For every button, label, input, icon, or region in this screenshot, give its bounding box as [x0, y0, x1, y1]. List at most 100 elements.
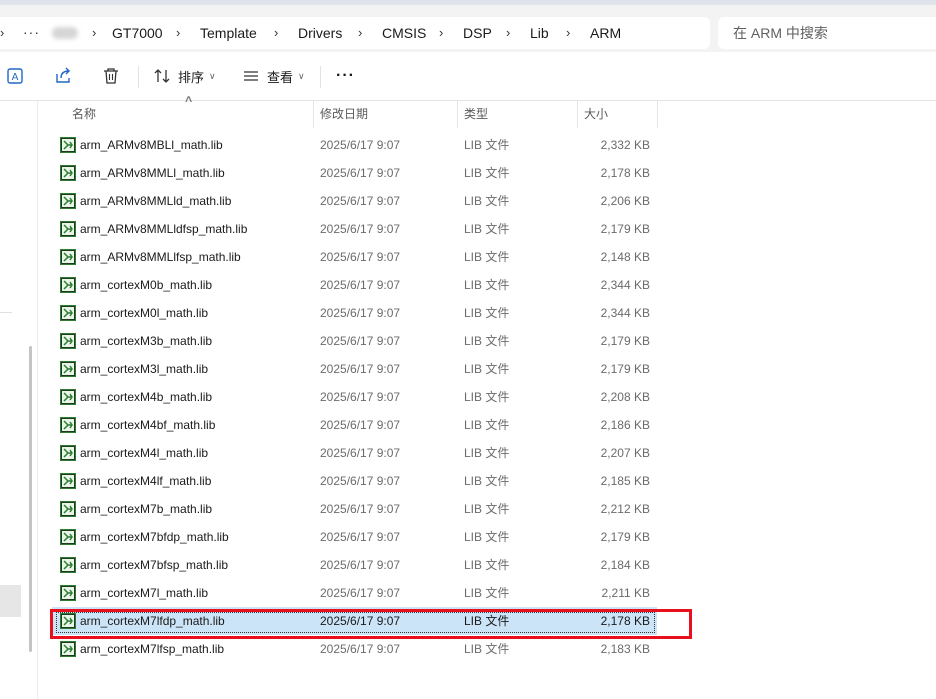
file-row-selected[interactable]: arm_cortexM7lfdp_math.lib 2025/6/17 9:07 L…: [52, 607, 657, 635]
column-divider[interactable]: [457, 100, 458, 128]
file-date: 2025/6/17 9:07: [320, 642, 401, 656]
column-header-date[interactable]: 修改日期: [320, 100, 368, 128]
file-name[interactable]: arm_cortexM4bf_math.lib: [80, 411, 215, 439]
file-type: LIB 文件: [464, 334, 510, 348]
file-row[interactable]: arm_cortexM0l_math.lib 2025/6/17 9:07 LIB …: [52, 299, 657, 327]
file-name[interactable]: arm_cortexM7bfdp_math.lib: [80, 523, 229, 551]
file-row[interactable]: arm_ARMv8MBLl_math.lib 2025/6/17 9:07 LIB …: [52, 131, 657, 159]
file-name[interactable]: arm_ARMv8MMLld_math.lib: [80, 187, 231, 215]
chevron-right-icon[interactable]: ›: [92, 17, 96, 49]
search-box[interactable]: 在 ARM 中搜索: [718, 17, 936, 49]
file-date: 2025/6/17 9:07: [320, 558, 401, 572]
file-type: LIB 文件: [464, 138, 510, 152]
column-header-name[interactable]: 名称: [72, 100, 96, 128]
file-row[interactable]: arm_cortexM3l_math.lib 2025/6/17 9:07 LIB …: [52, 355, 657, 383]
breadcrumb-more-button[interactable]: ···: [23, 17, 40, 49]
file-name[interactable]: arm_cortexM7lfsp_math.lib: [80, 635, 224, 663]
rename-icon[interactable]: A: [6, 66, 26, 86]
column-divider[interactable]: [577, 100, 578, 128]
file-row[interactable]: arm_cortexM3b_math.lib 2025/6/17 9:07 LIB …: [52, 327, 657, 355]
file-size: 2,207 KB: [600, 446, 650, 460]
file-row[interactable]: arm_ARMv8MMLl_math.lib 2025/6/17 9:07 LIB …: [52, 159, 657, 187]
column-divider[interactable]: [313, 100, 314, 128]
chevron-right-icon[interactable]: ›: [176, 17, 180, 49]
file-row[interactable]: arm_cortexM7bfsp_math.lib 2025/6/17 9:07 L…: [52, 551, 657, 579]
column-divider[interactable]: [657, 100, 658, 128]
lib-file-icon: [60, 193, 76, 209]
file-name[interactable]: arm_cortexM0l_math.lib: [80, 299, 208, 327]
file-size: 2,206 KB: [600, 194, 650, 208]
breadcrumb-item[interactable]: CMSIS: [382, 17, 426, 49]
more-options-button[interactable]: ···: [336, 64, 355, 88]
breadcrumb-item[interactable]: Lib: [530, 17, 549, 49]
file-name[interactable]: arm_cortexM7b_math.lib: [80, 495, 212, 523]
lib-file-icon: [60, 305, 76, 321]
file-name[interactable]: arm_ARMv8MMLldfsp_math.lib: [80, 215, 247, 243]
lib-file-icon: [60, 389, 76, 405]
search-input[interactable]: 在 ARM 中搜索: [733, 17, 828, 49]
lib-file-icon: [60, 417, 76, 433]
file-name[interactable]: arm_cortexM7lfdp_math.lib: [80, 607, 225, 635]
breadcrumb-item[interactable]: DSP: [463, 17, 492, 49]
file-row[interactable]: arm_ARMv8MMLlfsp_math.lib 2025/6/17 9:07 L…: [52, 243, 657, 271]
file-name[interactable]: arm_cortexM7bfsp_math.lib: [80, 551, 228, 579]
file-row[interactable]: arm_cortexM7l_math.lib 2025/6/17 9:07 LIB …: [52, 579, 657, 607]
chevron-right-icon[interactable]: ›: [358, 17, 362, 49]
file-name[interactable]: arm_cortexM4l_math.lib: [80, 439, 208, 467]
lib-file-icon: [60, 557, 76, 573]
chevron-right-icon[interactable]: ›: [566, 17, 570, 49]
file-size: 2,211 KB: [601, 586, 650, 600]
chevron-right-icon[interactable]: ›: [0, 17, 4, 49]
file-type: LIB 文件: [464, 474, 510, 488]
chevron-right-icon[interactable]: ›: [439, 17, 443, 49]
lib-file-icon: [60, 221, 76, 237]
file-row[interactable]: arm_cortexM7lfsp_math.lib 2025/6/17 9:07 L…: [52, 635, 657, 663]
chevron-right-icon[interactable]: ›: [506, 17, 510, 49]
navigation-pane[interactable]: [0, 101, 38, 699]
lib-file-icon: [60, 641, 76, 657]
file-name[interactable]: arm_cortexM0b_math.lib: [80, 271, 212, 299]
chevron-right-icon[interactable]: ›: [274, 17, 278, 49]
file-name[interactable]: arm_cortexM3l_math.lib: [80, 355, 208, 383]
file-row[interactable]: arm_cortexM4l_math.lib 2025/6/17 9:07 LIB …: [52, 439, 657, 467]
file-name[interactable]: arm_cortexM4lf_math.lib: [80, 467, 211, 495]
file-row[interactable]: arm_ARMv8MMLldfsp_math.lib 2025/6/17 9:07…: [52, 215, 657, 243]
file-name[interactable]: arm_cortexM4b_math.lib: [80, 383, 212, 411]
file-name[interactable]: arm_ARMv8MMLl_math.lib: [80, 159, 225, 187]
lib-file-icon: [60, 333, 76, 349]
breadcrumb-item[interactable]: Drivers: [298, 17, 342, 49]
sort-label: 排序: [178, 69, 205, 85]
file-row[interactable]: arm_cortexM0b_math.lib 2025/6/17 9:07 LIB …: [52, 271, 657, 299]
file-size: 2,184 KB: [600, 558, 650, 572]
breadcrumb[interactable]: › ··· › GT7000 › Template › Drivers › CM…: [0, 17, 710, 49]
breadcrumb-item-current[interactable]: ARM: [590, 17, 621, 49]
breadcrumb-item[interactable]: Template: [200, 17, 257, 49]
file-row[interactable]: arm_cortexM7b_math.lib 2025/6/17 9:07 LIB …: [52, 495, 657, 523]
nav-item-selected[interactable]: [0, 585, 21, 617]
file-row[interactable]: arm_cortexM7bfdp_math.lib 2025/6/17 9:07 L…: [52, 523, 657, 551]
view-button[interactable]: 查看 ∨: [242, 64, 305, 88]
file-size: 2,208 KB: [600, 390, 650, 404]
file-name[interactable]: arm_ARMv8MBLl_math.lib: [80, 131, 223, 159]
chevron-down-icon: ∨: [298, 70, 305, 81]
file-name[interactable]: arm_cortexM7l_math.lib: [80, 579, 208, 607]
file-row[interactable]: arm_cortexM4lf_math.lib 2025/6/17 9:07 LIB…: [52, 467, 657, 495]
breadcrumb-item[interactable]: GT7000: [112, 17, 163, 49]
nav-scrollbar[interactable]: [29, 346, 32, 652]
column-header-size[interactable]: 大小: [584, 100, 608, 128]
file-size: 2,344 KB: [600, 278, 650, 292]
file-date: 2025/6/17 9:07: [320, 474, 401, 488]
file-row[interactable]: arm_ARMv8MMLld_math.lib 2025/6/17 9:07 LIB…: [52, 187, 657, 215]
file-name[interactable]: arm_ARMv8MMLlfsp_math.lib: [80, 243, 241, 271]
file-name[interactable]: arm_cortexM3b_math.lib: [80, 327, 212, 355]
share-icon[interactable]: [53, 66, 73, 86]
column-header-type[interactable]: 类型: [464, 100, 488, 128]
file-type: LIB 文件: [464, 390, 510, 404]
delete-icon[interactable]: [101, 66, 121, 86]
file-date: 2025/6/17 9:07: [320, 194, 401, 208]
file-row[interactable]: arm_cortexM4bf_math.lib 2025/6/17 9:07 LIB…: [52, 411, 657, 439]
file-row[interactable]: arm_cortexM4b_math.lib 2025/6/17 9:07 LIB …: [52, 383, 657, 411]
file-date: 2025/6/17 9:07: [320, 502, 401, 516]
sort-button[interactable]: 排序 ∨: [153, 64, 216, 88]
file-type: LIB 文件: [464, 194, 510, 208]
